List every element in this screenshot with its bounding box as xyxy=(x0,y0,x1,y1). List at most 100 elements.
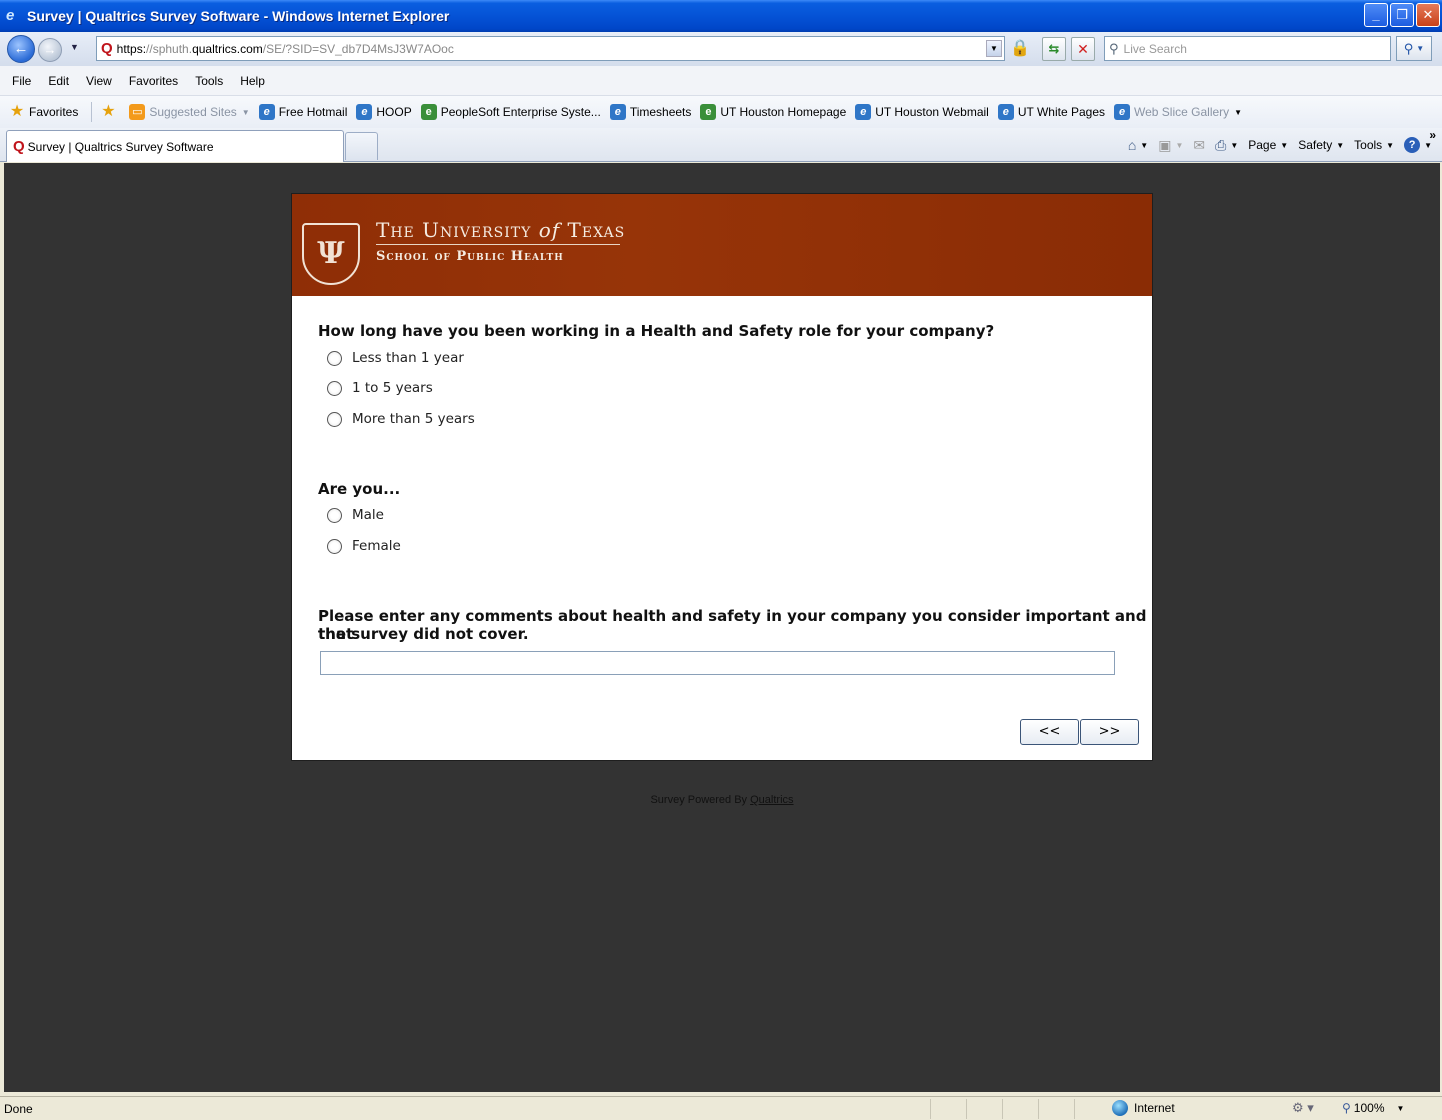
chevron-down-icon: ▼ xyxy=(1396,1103,1405,1113)
back-page-button[interactable]: << xyxy=(1020,719,1079,745)
toolbar-overflow-chevron-icon[interactable]: » xyxy=(1429,128,1436,142)
security-zone[interactable]: Internet xyxy=(1112,1100,1175,1116)
fav-free-hotmail[interactable]: e Free Hotmail xyxy=(258,104,348,120)
fav-label: UT White Pages xyxy=(1017,105,1106,119)
address-dropdown-icon[interactable]: ▼ xyxy=(986,40,1002,57)
tab-label: Survey | Qualtrics Survey Software xyxy=(27,139,214,154)
protected-mode-icon[interactable]: ⚙ ▾ xyxy=(1292,1100,1314,1116)
fav-web-slice-gallery[interactable]: e Web Slice Gallery ▼ xyxy=(1114,104,1242,120)
ie-page-icon: e xyxy=(997,104,1014,120)
chevron-down-icon: ▼ xyxy=(1280,140,1289,150)
radio-button[interactable] xyxy=(327,380,342,396)
back-button[interactable]: ← xyxy=(7,35,35,63)
refresh-button[interactable]: ⇆ xyxy=(1042,37,1066,61)
minimize-button[interactable]: _ xyxy=(1364,3,1388,27)
fav-ut-white-pages[interactable]: e UT White Pages xyxy=(997,104,1106,120)
safety-menu[interactable]: Safety ▼ xyxy=(1298,138,1344,152)
zoom-icon: ⚲ xyxy=(1342,1101,1351,1115)
q1-choice-less-than-1-year[interactable]: Less than 1 year xyxy=(327,350,464,366)
rss-feed-icon: ▣ xyxy=(1158,136,1172,153)
status-text: Done xyxy=(4,1102,33,1116)
comments-input[interactable] xyxy=(320,651,1115,675)
zoom-control[interactable]: ⚲ 100% ▼ xyxy=(1342,1101,1404,1115)
search-options-icon: ▼ xyxy=(1416,44,1425,53)
radio-button[interactable] xyxy=(327,350,342,366)
address-field[interactable]: Q https://sphuth. qualtrics.com/SE/?SID=S… xyxy=(96,36,1005,61)
recent-pages-dropdown-icon[interactable]: ▼ xyxy=(70,42,79,52)
fav-ut-houston-homepage[interactable]: e UT Houston Homepage xyxy=(700,104,846,120)
search-placeholder: Live Search xyxy=(1123,41,1187,56)
ie-page-icon: e xyxy=(855,104,872,120)
fav-ut-houston-webmail[interactable]: e UT Houston Webmail xyxy=(855,104,989,120)
page-menu[interactable]: Page ▼ xyxy=(1248,138,1288,152)
q2-choice-male[interactable]: Male xyxy=(327,507,384,523)
q2-choice-female[interactable]: Female xyxy=(327,538,401,554)
url-scheme: https: xyxy=(116,41,147,56)
question-3-text-line-2: the survey did not cover. xyxy=(318,625,529,643)
chevron-down-icon: ▼ xyxy=(1230,140,1239,150)
zoom-level: 100% xyxy=(1353,1101,1385,1115)
stop-button[interactable]: ✕ xyxy=(1071,37,1095,61)
favorites-button[interactable]: ★ Favorites xyxy=(9,103,79,120)
print-button[interactable]: ⎙ ▼ xyxy=(1215,137,1238,154)
radio-button[interactable] xyxy=(327,538,342,554)
choice-label: More than 5 years xyxy=(352,411,475,427)
tab-bar: Q Survey | Qualtrics Survey Software ⌂ ▼ … xyxy=(0,128,1442,162)
restore-button[interactable]: ❐ xyxy=(1390,3,1414,27)
feeds-button[interactable]: ▣ ▼ xyxy=(1158,137,1183,154)
internet-globe-icon xyxy=(1112,1100,1128,1116)
close-button[interactable]: ✕ xyxy=(1416,3,1440,27)
menu-favorites[interactable]: Favorites xyxy=(129,74,178,88)
survey-header: Ψ The University of Texas School of Publ… xyxy=(292,194,1152,296)
radio-button[interactable] xyxy=(327,411,342,427)
question-2-text: Are you... xyxy=(318,480,401,498)
fav-hoop[interactable]: e HOOP xyxy=(356,104,412,120)
favorites-star-icon: ★ xyxy=(9,103,25,120)
menu-view[interactable]: View xyxy=(86,74,112,88)
home-button[interactable]: ⌂ ▼ xyxy=(1128,137,1148,153)
qualtrics-link[interactable]: Qualtrics xyxy=(750,794,793,806)
choice-label: Less than 1 year xyxy=(352,350,464,366)
read-mail-button[interactable]: ✉ xyxy=(1193,137,1205,154)
next-page-button[interactable]: >> xyxy=(1080,719,1139,745)
tab-survey[interactable]: Q Survey | Qualtrics Survey Software xyxy=(6,130,344,162)
fav-peoplesoft[interactable]: e PeopleSoft Enterprise Syste... xyxy=(420,104,601,120)
mail-icon: ✉ xyxy=(1193,136,1206,153)
suggested-sites-icon: ▭ xyxy=(129,104,146,120)
ie-page-icon: e xyxy=(356,104,373,120)
tools-menu[interactable]: Tools ▼ xyxy=(1354,138,1394,152)
status-panels xyxy=(930,1099,1110,1119)
search-icon: ⚲ xyxy=(1109,40,1119,56)
page-menu-label: Page xyxy=(1248,138,1277,152)
search-input[interactable]: ⚲ Live Search xyxy=(1104,36,1391,61)
school-name: School of Public Health xyxy=(376,249,564,264)
printer-icon: ⎙ xyxy=(1215,136,1227,153)
menu-edit[interactable]: Edit xyxy=(48,74,69,88)
qualtrics-favicon-icon: Q xyxy=(13,138,25,155)
fav-label: HOOP xyxy=(376,105,412,119)
fav-label: Free Hotmail xyxy=(278,105,348,119)
fav-timesheets[interactable]: e Timesheets xyxy=(609,104,691,120)
fav-suggested-sites[interactable]: ▭ Suggested Sites ▼ xyxy=(129,104,250,120)
q1-choice-more-than-5-years[interactable]: More than 5 years xyxy=(327,411,475,427)
url-host: qualtrics.com xyxy=(192,41,263,56)
help-menu[interactable]: ? ▼ xyxy=(1404,137,1432,153)
survey-container: Ψ The University of Texas School of Publ… xyxy=(291,193,1153,761)
forward-button[interactable]: → xyxy=(38,38,62,62)
menu-file[interactable]: File xyxy=(12,74,31,88)
chevron-down-icon: ▼ xyxy=(1386,140,1395,150)
lock-icon[interactable]: 🔒 xyxy=(1010,38,1030,60)
search-button[interactable]: ⚲ ▼ xyxy=(1396,36,1432,61)
menu-help[interactable]: Help xyxy=(240,74,265,88)
web-page-icon: e xyxy=(420,104,437,120)
new-tab-button[interactable] xyxy=(345,132,378,160)
header-divider xyxy=(376,244,620,245)
radio-button[interactable] xyxy=(327,507,342,523)
fav-label: PeopleSoft Enterprise Syste... xyxy=(440,105,601,119)
add-to-favorites-bar-button[interactable]: ★ xyxy=(100,104,120,120)
powered-by-text: Survey Powered By xyxy=(650,794,748,806)
q1-choice-1-to-5-years[interactable]: 1 to 5 years xyxy=(327,380,433,396)
menu-tools[interactable]: Tools xyxy=(195,74,223,88)
favorites-label: Favorites xyxy=(29,105,79,119)
help-icon: ? xyxy=(1404,137,1421,153)
